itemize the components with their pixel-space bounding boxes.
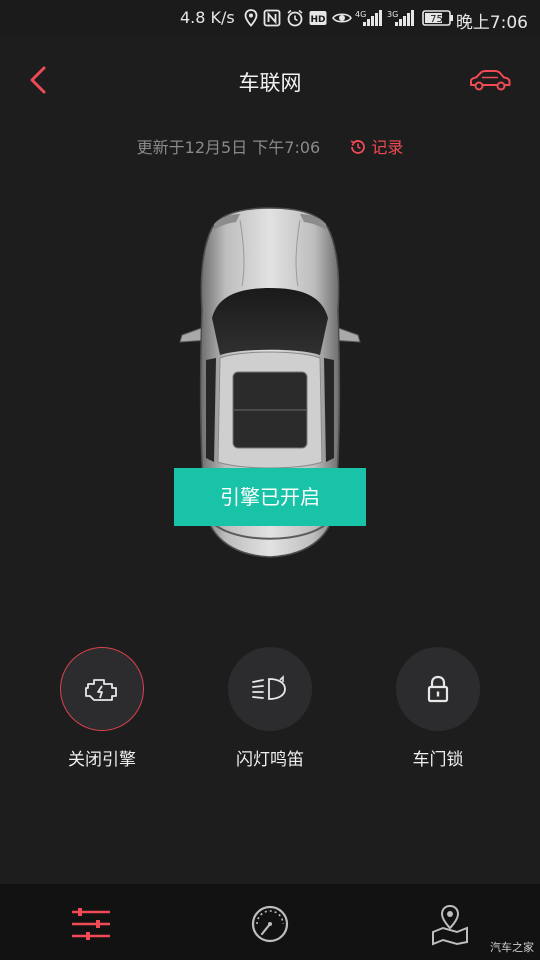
stop-engine-label: 关闭引擎 [68, 750, 136, 770]
flash-horn-button[interactable] [228, 647, 312, 731]
engine-status-badge: 引擎已开启 [174, 468, 366, 526]
lock-icon [427, 675, 449, 703]
nfc-icon [263, 9, 281, 27]
battery-icon: 75 [422, 10, 453, 26]
speedometer-icon [251, 905, 289, 943]
update-info: 更新于12月5日 下午7:06 记录 [0, 134, 540, 162]
record-link[interactable]: 记录 [349, 134, 403, 158]
network-4g-label: 4G [355, 10, 366, 19]
alarm-icon [287, 9, 303, 27]
signal-3g-icon: 3G [387, 10, 414, 26]
nav-dashboard-tab[interactable] [245, 902, 295, 946]
car-icon [470, 70, 511, 91]
watermark-text: 汽车之家 [490, 941, 534, 954]
history-icon [350, 140, 366, 154]
sliders-icon [72, 908, 110, 940]
network-3g-label: 3G [387, 10, 398, 19]
bottom-navigation: 汽车之家 [0, 884, 540, 960]
nav-controls-tab[interactable] [66, 902, 116, 946]
headlight-horn-icon [252, 675, 286, 700]
hd-icon: HD [309, 11, 327, 25]
flash-horn-control[interactable]: 闪灯鸣笛 [195, 647, 345, 770]
status-time: 晚上7:06 [455, 13, 528, 33]
network-speed: 4.8 K/s [180, 8, 235, 27]
update-time-text: 更新于12月5日 下午7:06 [136, 138, 321, 157]
engine-icon [85, 679, 117, 701]
svg-text:HD: HD [310, 15, 325, 25]
door-lock-control[interactable]: 车门锁 [363, 647, 513, 770]
status-bar: 4.8 K/s HD 4G 3G 75 晚上7:06 [0, 0, 540, 36]
door-lock-button[interactable] [396, 647, 480, 731]
stop-engine-control[interactable]: 关闭引擎 [27, 647, 177, 770]
door-lock-label: 车门锁 [412, 750, 464, 770]
car-switch-button[interactable] [468, 68, 512, 94]
location-icon [244, 9, 258, 27]
page-title: 车联网 [238, 71, 302, 95]
signal-4g-icon: 4G [355, 10, 382, 26]
record-label: 记录 [371, 138, 404, 157]
eye-icon [332, 13, 352, 23]
nav-map-tab[interactable] [425, 902, 475, 946]
stop-engine-button[interactable] [60, 647, 144, 731]
map-pin-icon [432, 904, 468, 946]
app-header: 车联网 [0, 36, 540, 126]
battery-level: 75 [430, 14, 443, 25]
flash-horn-label: 闪灯鸣笛 [236, 750, 304, 770]
app-screen: 4.8 K/s HD 4G 3G 75 晚上7:06 车联网 更新于12月5日 … [0, 0, 540, 960]
